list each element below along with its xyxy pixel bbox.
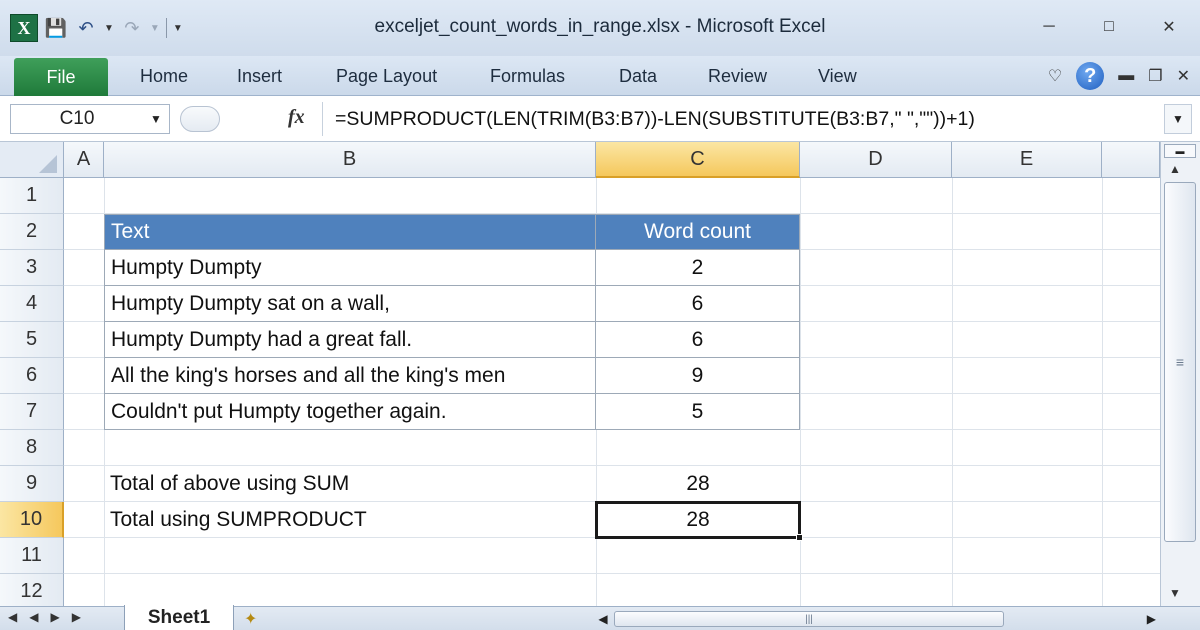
tab-insert[interactable]: Insert bbox=[237, 66, 282, 87]
ribbon-tabs: File Home Insert Page Layout Formulas Da… bbox=[0, 56, 1200, 96]
next-sheet-icon[interactable]: ▶ bbox=[50, 610, 59, 624]
select-all-icon bbox=[39, 155, 57, 173]
column-header-d[interactable]: D bbox=[800, 142, 952, 178]
ribbon-right-controls: ♡ ? ▬ ❐ ✕ bbox=[1048, 62, 1190, 90]
insert-function-icon[interactable]: fx bbox=[288, 106, 305, 129]
tab-page-layout[interactable]: Page Layout bbox=[336, 66, 437, 87]
cell-b2[interactable]: Text bbox=[104, 214, 596, 250]
column-header-f[interactable] bbox=[1102, 142, 1160, 178]
cell-c9[interactable]: 28 bbox=[596, 466, 800, 502]
scroll-left-icon[interactable]: ◀ bbox=[592, 612, 614, 626]
row-header-9[interactable]: 9 bbox=[0, 466, 64, 502]
vertical-scroll-thumb[interactable]: ≡ bbox=[1164, 182, 1196, 542]
spreadsheet-grid[interactable]: A B C D E 1 2 3 4 5 6 7 8 9 10 11 12 Tex… bbox=[0, 142, 1160, 606]
cell-b9[interactable]: Total of above using SUM bbox=[104, 466, 596, 502]
cell-b7[interactable]: Couldn't put Humpty together again. bbox=[104, 393, 596, 430]
select-all-corner[interactable] bbox=[0, 142, 64, 178]
doc-minimize-icon[interactable]: ▬ bbox=[1118, 67, 1134, 85]
row-header-6[interactable]: 6 bbox=[0, 358, 64, 394]
gridline bbox=[64, 573, 1160, 574]
window-controls: ─ □ ✕ bbox=[1032, 14, 1186, 40]
sheet-tab-bar: ◀ ◀ ▶ ▶ Sheet1 ✦ ◀ ||| ▶ bbox=[0, 605, 1200, 630]
cell-b3[interactable]: Humpty Dumpty bbox=[104, 249, 596, 286]
maximize-icon[interactable]: □ bbox=[1092, 14, 1126, 40]
name-box[interactable]: C10 ▼ bbox=[10, 104, 170, 134]
cell-b10[interactable]: Total using SUMPRODUCT bbox=[104, 502, 596, 538]
row-header-12[interactable]: 12 bbox=[0, 574, 64, 606]
cell-c2[interactable]: Word count bbox=[595, 214, 800, 250]
row-header-8[interactable]: 8 bbox=[0, 430, 64, 466]
tab-home[interactable]: Home bbox=[140, 66, 188, 87]
vertical-scrollbar[interactable]: ▬ ▲ ≡ ▼ bbox=[1160, 142, 1200, 606]
row-header-7[interactable]: 7 bbox=[0, 394, 64, 430]
gridline bbox=[1102, 178, 1103, 606]
doc-restore-icon[interactable]: ❐ bbox=[1148, 66, 1162, 86]
formula-bar: C10 ▼ fx =SUMPRODUCT(LEN(TRIM(B3:B7))-LE… bbox=[0, 96, 1200, 142]
row-header-10[interactable]: 10 bbox=[0, 502, 64, 538]
name-box-value: C10 bbox=[59, 108, 95, 129]
tab-view[interactable]: View bbox=[818, 66, 857, 87]
scroll-right-icon[interactable]: ▶ bbox=[1147, 612, 1156, 626]
tab-data[interactable]: Data bbox=[619, 66, 657, 87]
minimize-icon[interactable]: ─ bbox=[1032, 14, 1066, 40]
column-header-e[interactable]: E bbox=[952, 142, 1102, 178]
expand-formula-bar-icon[interactable]: ▼ bbox=[1164, 104, 1192, 134]
ribbon-collapse-icon[interactable]: ♡ bbox=[1048, 66, 1062, 86]
first-sheet-icon[interactable]: ◀ bbox=[8, 610, 17, 624]
row-header-1[interactable]: 1 bbox=[0, 178, 64, 214]
horizontal-scrollbar[interactable]: ◀ ||| ▶ bbox=[592, 610, 1156, 628]
cell-c7[interactable]: 5 bbox=[595, 393, 800, 430]
title-bar: X 💾 ↶ ▼ ↷ ▼ ▼ exceljet_count_words_in_ra… bbox=[0, 0, 1200, 56]
tab-formulas[interactable]: Formulas bbox=[490, 66, 565, 87]
tab-review[interactable]: Review bbox=[708, 66, 767, 87]
fill-handle[interactable] bbox=[796, 534, 803, 541]
gridline bbox=[952, 178, 953, 606]
column-header-a[interactable]: A bbox=[64, 142, 104, 178]
active-cell-selection[interactable] bbox=[595, 501, 803, 541]
formula-input[interactable]: =SUMPRODUCT(LEN(TRIM(B3:B7))-LEN(SUBSTIT… bbox=[322, 102, 1158, 136]
sheet-navigation: ◀ ◀ ▶ ▶ bbox=[8, 610, 81, 624]
column-header-c[interactable]: C bbox=[596, 142, 800, 178]
cell-b6[interactable]: All the king's horses and all the king's… bbox=[104, 357, 596, 394]
split-box-icon[interactable]: ▬ bbox=[1164, 144, 1196, 158]
tab-sheet1[interactable]: Sheet1 bbox=[124, 605, 234, 630]
prev-sheet-icon[interactable]: ◀ bbox=[29, 610, 38, 624]
row-header-2[interactable]: 2 bbox=[0, 214, 64, 250]
cell-c4[interactable]: 6 bbox=[595, 285, 800, 322]
cell-c6[interactable]: 9 bbox=[595, 357, 800, 394]
formula-splitter[interactable] bbox=[180, 106, 220, 132]
name-box-dropdown-icon[interactable]: ▼ bbox=[143, 112, 169, 126]
cell-c5[interactable]: 6 bbox=[595, 321, 800, 358]
row-header-3[interactable]: 3 bbox=[0, 250, 64, 286]
last-sheet-icon[interactable]: ▶ bbox=[72, 610, 81, 624]
scroll-down-icon[interactable]: ▼ bbox=[1169, 586, 1181, 600]
close-icon[interactable]: ✕ bbox=[1152, 14, 1186, 40]
doc-close-icon[interactable]: ✕ bbox=[1177, 66, 1190, 86]
column-header-b[interactable]: B bbox=[104, 142, 596, 178]
row-header-11[interactable]: 11 bbox=[0, 538, 64, 574]
cell-c3[interactable]: 2 bbox=[595, 249, 800, 286]
window-title: exceljet_count_words_in_range.xlsx - Mic… bbox=[374, 16, 826, 37]
horizontal-scroll-thumb[interactable]: ||| bbox=[614, 611, 1004, 627]
cell-b5[interactable]: Humpty Dumpty had a great fall. bbox=[104, 321, 596, 358]
row-header-4[interactable]: 4 bbox=[0, 286, 64, 322]
gridline bbox=[800, 178, 801, 606]
scroll-up-icon[interactable]: ▲ bbox=[1169, 162, 1181, 176]
tab-file[interactable]: File bbox=[14, 58, 108, 96]
insert-sheet-icon[interactable]: ✦ bbox=[244, 609, 257, 629]
cell-b4[interactable]: Humpty Dumpty sat on a wall, bbox=[104, 285, 596, 322]
help-icon[interactable]: ? bbox=[1076, 62, 1105, 90]
row-header-5[interactable]: 5 bbox=[0, 322, 64, 358]
